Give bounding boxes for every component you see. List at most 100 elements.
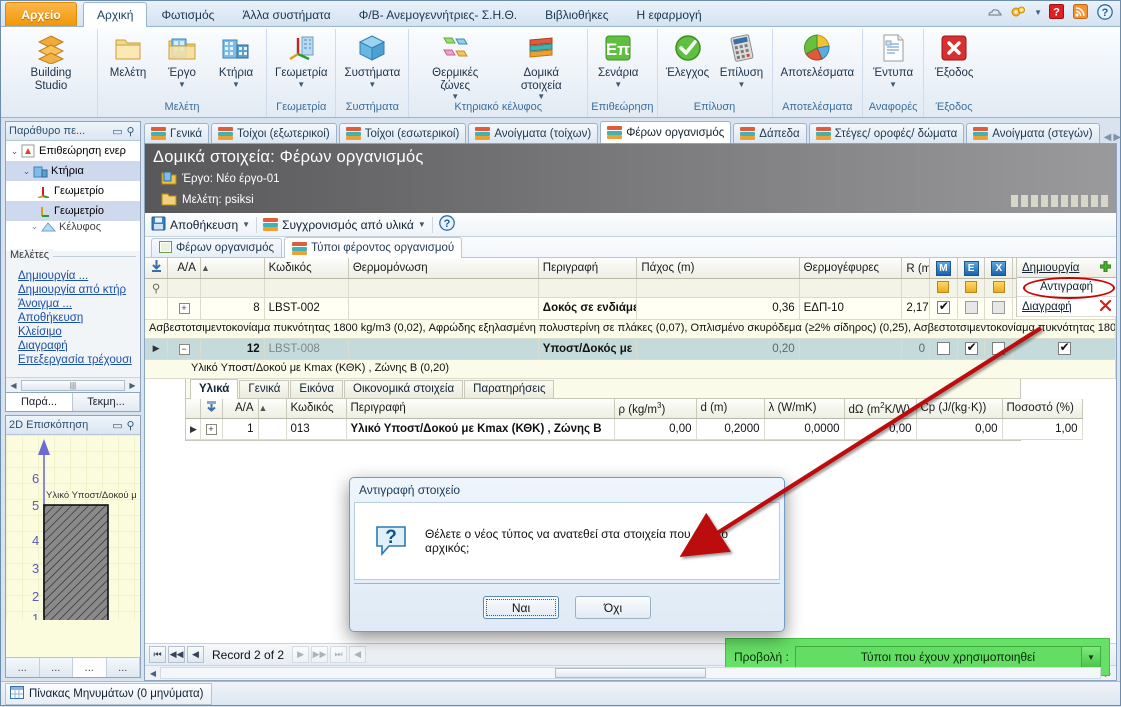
action-antigrafi[interactable]: Αντιγραφή bbox=[1017, 278, 1116, 297]
checkbox-select[interactable] bbox=[1057, 340, 1071, 355]
table-row[interactable]: ▶ + 1 013 Υλικό Υποστ/Δοκού με Kmax (ΚΘΚ… bbox=[186, 418, 1083, 440]
twisty-icon[interactable]: ⌄ bbox=[20, 166, 33, 177]
scroll-thumb[interactable] bbox=[555, 668, 706, 678]
rss-icon[interactable] bbox=[1073, 4, 1090, 21]
sub-col-pct[interactable]: Ποσοστό (%) bbox=[1002, 398, 1083, 419]
ribbon-button-elegxos[interactable]: Έλεγχος bbox=[661, 29, 715, 80]
filter-perigrafi[interactable] bbox=[538, 278, 638, 298]
materials-subgrid[interactable]: Υλικά Γενικά Εικόνα Οικονομικά στοιχεία … bbox=[185, 378, 1083, 441]
cell-check[interactable] bbox=[1012, 338, 1116, 360]
pin-icon[interactable]: ⚲ bbox=[124, 125, 137, 138]
link-dimiourgia[interactable]: Δημιουργία ... bbox=[10, 269, 136, 283]
filter-m[interactable] bbox=[929, 278, 958, 298]
checkbox-m[interactable] bbox=[936, 299, 950, 314]
ribbon-button-apotelesmata[interactable]: Αποτελέσματα bbox=[776, 29, 860, 80]
tree-node-geometria-2[interactable]: Γεωμετρίο bbox=[6, 201, 140, 221]
view2d-tab-1[interactable]: ... bbox=[6, 658, 40, 677]
chevron-down-icon[interactable]: ▼ bbox=[451, 93, 459, 101]
maximize-icon[interactable]: ▭ bbox=[111, 125, 124, 138]
table-row[interactable]: ▶ − 12 LBST-008 Υποστ/Δοκός με Kmax (ΚΘΚ… bbox=[145, 338, 1116, 360]
sub-row-expander-cell[interactable]: + bbox=[200, 418, 223, 440]
cell-x[interactable] bbox=[984, 297, 1014, 320]
sync-from-materials-button[interactable]: Συγχρονισμός από υλικά ▼ bbox=[263, 218, 426, 232]
collapse-icon[interactable]: − bbox=[178, 343, 190, 355]
filter-x[interactable] bbox=[984, 278, 1014, 298]
filter-paxos[interactable] bbox=[636, 278, 800, 298]
project-tree[interactable]: ⌄ Επιθεώρηση ενερ ⌄ Κτήρια Γεωμετρίο Γεω… bbox=[6, 141, 140, 251]
view2d-canvas[interactable]: 6 5 4 3 2 1 Υλικό Υποστ/Δοκού μ bbox=[6, 435, 140, 657]
subtab-genika[interactable]: Γενικά bbox=[239, 379, 290, 398]
filter-square-icon[interactable] bbox=[937, 280, 950, 293]
left-panel-hscrollbar[interactable]: ◀ ||| ▶ bbox=[6, 377, 140, 392]
help-red-icon[interactable]: ? bbox=[1049, 4, 1066, 21]
filter-square-icon[interactable] bbox=[992, 280, 1005, 293]
sub-col-kodikos[interactable]: Κωδικός bbox=[286, 398, 347, 419]
messages-panel-button[interactable]: Πίνακας Μηνυμάτων (0 μηνύματα) bbox=[5, 682, 213, 705]
dialog-yes-button[interactable]: Ναι bbox=[483, 596, 559, 619]
subtab-paratiriseis[interactable]: Παρατηρήσεις bbox=[464, 379, 555, 398]
ribbon-tab-vivliothikes[interactable]: Βιβλιοθήκες bbox=[531, 2, 622, 26]
file-tab[interactable]: Αρχείο bbox=[5, 2, 77, 26]
scroll-thumb[interactable]: ||| bbox=[21, 379, 125, 391]
maximize-icon[interactable]: ▭ bbox=[111, 419, 124, 432]
sub-col-sort[interactable]: ▲ bbox=[258, 398, 287, 419]
checkbox-e[interactable] bbox=[964, 340, 978, 355]
view-filter-dropdown[interactable]: Τύποι που έχουν χρησιμοποιηθεί ▼ bbox=[794, 646, 1101, 668]
column-chooser-icon[interactable] bbox=[150, 260, 163, 276]
action-diagrafi[interactable]: Διαγραφή bbox=[1017, 297, 1116, 317]
nav-next-page-button[interactable]: ▶▶ bbox=[311, 646, 329, 663]
scroll-left-icon[interactable]: ◀ bbox=[146, 669, 160, 678]
sub-col-cp[interactable]: Cp (J/(kg·K)) bbox=[916, 398, 1003, 419]
ribbon-button-epilysi[interactable]: Επίλυση ▼ bbox=[715, 29, 769, 88]
ribbon-tab-arxiki[interactable]: Αρχική bbox=[83, 2, 148, 27]
chevron-down-icon[interactable]: ▼ bbox=[889, 80, 897, 88]
chevron-down-icon[interactable]: ▼ bbox=[178, 80, 186, 88]
tree-node-geometria-1[interactable]: Γεωμετρίο bbox=[6, 181, 140, 201]
doc-tab-scroll-buttons[interactable]: ◀ ▶ bbox=[1104, 132, 1121, 143]
chevron-down-icon[interactable]: ▼ bbox=[242, 220, 250, 229]
filter-e[interactable] bbox=[957, 278, 986, 298]
subtab-eikona[interactable]: Εικόνα bbox=[290, 379, 344, 398]
tree-node-ktiria[interactable]: ⌄ Κτήρια bbox=[6, 161, 140, 181]
x-red-icon[interactable] bbox=[1099, 299, 1112, 314]
chevron-down-icon[interactable]: ▼ bbox=[232, 80, 240, 88]
checkbox-x[interactable] bbox=[992, 341, 1006, 355]
tab-tekmiriosi[interactable]: Τεκμη... bbox=[73, 393, 140, 411]
filter-indicator[interactable]: ⚲ bbox=[145, 278, 169, 298]
grid-col-perigrafi[interactable]: Περιγραφή bbox=[538, 258, 638, 279]
ribbon-button-entypa[interactable]: Έντυπα ▼ bbox=[866, 29, 920, 88]
subtab-oikonomika[interactable]: Οικονομικά στοιχεία bbox=[344, 379, 464, 398]
column-chooser-icon[interactable] bbox=[205, 400, 218, 417]
doc-tab-anoigmata-stegon[interactable]: Ανοίγματα (στεγών) bbox=[966, 123, 1100, 143]
ribbon-button-senaria[interactable]: Επ Σενάρια ▼ bbox=[591, 29, 645, 88]
row-expander-cell[interactable]: − bbox=[167, 338, 201, 360]
tab-parathyro[interactable]: Παρά... bbox=[6, 393, 73, 411]
chevron-down-icon[interactable]: ▼ bbox=[1081, 647, 1100, 667]
view2d-tab-3[interactable]: ... bbox=[73, 658, 107, 677]
doc-tab-feron-organismos[interactable]: Φέρων οργανισμός bbox=[600, 121, 732, 143]
doc-tab-anoigmata-toixon[interactable]: Ανοίγματα (τοίχων) bbox=[468, 123, 599, 143]
ribbon-button-domika-stoixeia[interactable]: Δομικά στοιχεία ▼ bbox=[498, 29, 584, 101]
gears-icon[interactable] bbox=[1010, 4, 1027, 21]
sub-col-d[interactable]: d (m) bbox=[696, 398, 765, 419]
chevron-down-icon[interactable]: ▼ bbox=[297, 80, 305, 88]
ribbon-button-exodos[interactable]: Έξοδος bbox=[927, 29, 981, 80]
question-blue-icon[interactable]: ? bbox=[1097, 4, 1114, 21]
doc-tab-toixoi-esoterikoi[interactable]: Τοίχοι (εσωτερικοί) bbox=[338, 123, 467, 143]
grid-col-thermomonosi[interactable]: Θερμομόνωση bbox=[348, 258, 539, 279]
nav-prev-page-button[interactable]: ◀◀ bbox=[168, 646, 185, 663]
twisty-icon[interactable]: ⌄ bbox=[28, 221, 41, 232]
chevron-down-icon[interactable]: ▼ bbox=[418, 220, 426, 229]
chevron-down-icon[interactable]: ▼ bbox=[1034, 8, 1042, 17]
checkbox-e[interactable] bbox=[964, 301, 978, 314]
nav-first-button[interactable]: ⏮ bbox=[149, 646, 166, 663]
dialog-no-button[interactable]: Όχι bbox=[575, 596, 651, 619]
subtab-ylika[interactable]: Υλικά bbox=[190, 378, 239, 399]
grid-col-x[interactable]: X bbox=[984, 258, 1014, 279]
sub-col-lambda[interactable]: λ (W/mK) bbox=[764, 398, 845, 419]
ribbon-button-ergo[interactable]: Έργο ▼ bbox=[155, 29, 209, 88]
checkbox-x[interactable] bbox=[992, 301, 1006, 314]
view2d-tab-2[interactable]: ... bbox=[39, 658, 73, 677]
link-apothikefsi[interactable]: Αποθήκευση bbox=[10, 311, 136, 325]
pin-icon[interactable]: ⚲ bbox=[124, 419, 137, 432]
